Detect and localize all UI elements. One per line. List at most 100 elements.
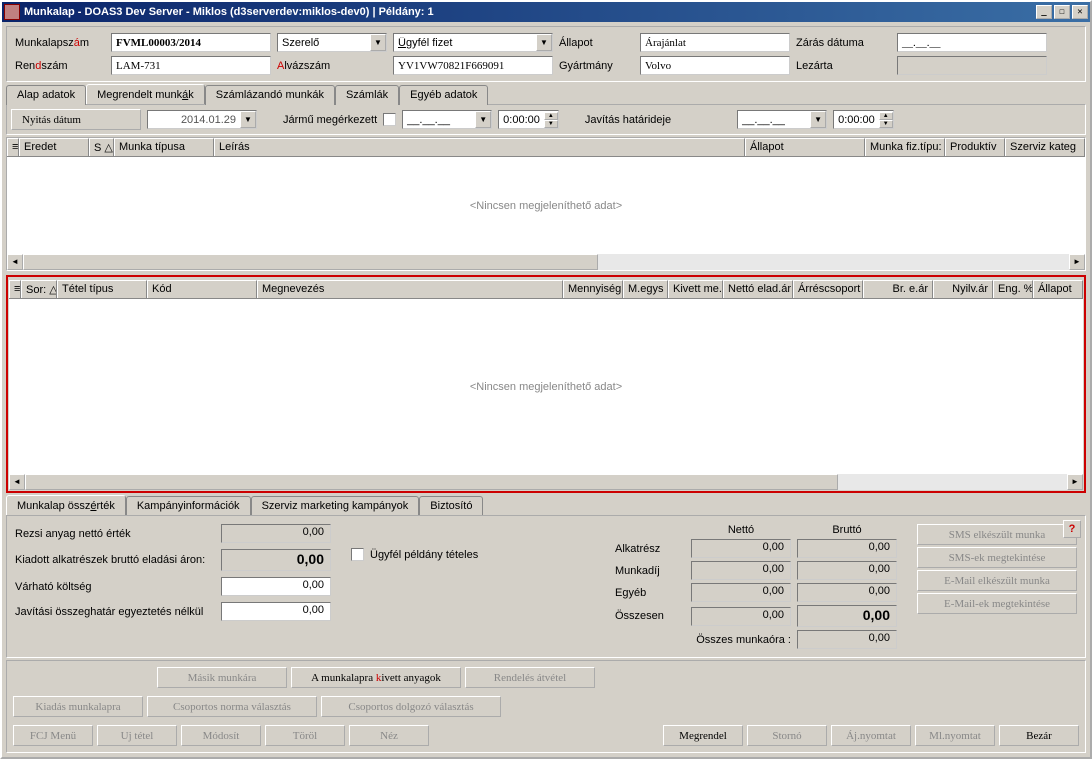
- grid1-empty: <Nincsen megjeleníthető adat>: [7, 157, 1085, 254]
- rezsi-label: Rezsi anyag nettó érték: [15, 528, 215, 540]
- csoportos-norma-button[interactable]: Csoportos norma választás: [147, 696, 317, 717]
- col-allapot[interactable]: Állapot: [745, 138, 865, 156]
- items-grid[interactable]: ≡ Sor: △ Tétel típus Kód Megnevezés Menn…: [9, 280, 1083, 490]
- col-arres[interactable]: Árréscsoport: [793, 280, 863, 298]
- titlebar: Munkalap - DOAS3 Dev Server - Miklos (d3…: [2, 2, 1090, 22]
- spin-up-icon[interactable]: ▲: [879, 112, 893, 120]
- col-munka-fiz[interactable]: Munka fiz.típu:: [865, 138, 945, 156]
- date2-combo[interactable]: __.__.__▼: [737, 110, 827, 129]
- col-tetel-tipus[interactable]: Tétel típus: [57, 280, 147, 298]
- rendeles-atvetel-button[interactable]: Rendelés átvétel: [465, 667, 595, 688]
- masik-munkara-button[interactable]: Másik munkára: [157, 667, 287, 688]
- col-kod[interactable]: Kód: [147, 280, 257, 298]
- hscroll[interactable]: ◄ ►: [7, 254, 1085, 270]
- javitasi-value[interactable]: 0,00: [221, 602, 331, 621]
- col-munka-tipusa[interactable]: Munka típusa: [114, 138, 214, 156]
- osszesen-brutto: 0,00: [797, 605, 897, 627]
- jobs-grid[interactable]: ≡ Eredet S △ Munka típusa Leírás Állapot…: [6, 137, 1086, 271]
- bottom-tabs: Munkalap összérték Kampányinformációk Sz…: [6, 495, 1086, 515]
- varhato-value[interactable]: 0,00: [221, 577, 331, 596]
- munkalapszam-input[interactable]: FVML00003/2014: [111, 33, 271, 52]
- col-allapot2[interactable]: Állapot: [1033, 280, 1083, 298]
- col-netto-elad[interactable]: Nettó elad.ár: [723, 280, 793, 298]
- col-sors[interactable]: Sor: △: [21, 280, 57, 298]
- col-produktiv[interactable]: Produktív: [945, 138, 1005, 156]
- zaras-value[interactable]: __.__.__: [897, 33, 1047, 52]
- megrendel-button[interactable]: Megrendel: [663, 725, 743, 746]
- col-eredet[interactable]: Eredet: [19, 138, 89, 156]
- spin-down-icon[interactable]: ▼: [544, 120, 558, 128]
- storno-button[interactable]: Stornó: [747, 725, 827, 746]
- col-szerviz[interactable]: Szerviz kateg: [1005, 138, 1085, 156]
- grid-menu-icon[interactable]: ≡: [9, 280, 21, 298]
- alvazszam-input[interactable]: YV1VW70821F669091: [393, 56, 553, 75]
- szerelo-combo[interactable]: Szerelő▼: [277, 33, 387, 52]
- modosit-button[interactable]: Módosít: [181, 725, 261, 746]
- col-megy[interactable]: M.egys: [623, 280, 668, 298]
- tab-szerviz-marketing[interactable]: Szerviz marketing kampányok: [251, 496, 420, 516]
- col-leiras[interactable]: Leírás: [214, 138, 745, 156]
- fcj-menu-button[interactable]: FCJ Menü: [13, 725, 93, 746]
- scroll-right-icon[interactable]: ►: [1067, 474, 1083, 490]
- hscroll2[interactable]: ◄ ►: [9, 474, 1083, 490]
- jarmu-checkbox[interactable]: [383, 113, 396, 126]
- nyitas-datum-combo[interactable]: 2014.01.29▼: [147, 110, 257, 129]
- grid-menu-icon[interactable]: ≡: [7, 138, 19, 156]
- fizet-combo[interactable]: Ügyfél fizet▼: [393, 33, 553, 52]
- tab-osszertek[interactable]: Munkalap összérték: [6, 495, 126, 515]
- scroll-left-icon[interactable]: ◄: [7, 254, 23, 270]
- munkadij-label: Munkadíj: [615, 565, 685, 577]
- email-elkeszult-button[interactable]: E-Mail elkészült munka: [917, 570, 1077, 591]
- col-megnevezes[interactable]: Megnevezés: [257, 280, 563, 298]
- spin-down-icon[interactable]: ▼: [879, 120, 893, 128]
- aj-nyomtat-button[interactable]: Áj.nyomtat: [831, 725, 911, 746]
- chevron-down-icon[interactable]: ▼: [536, 34, 552, 51]
- col-eng[interactable]: Eng. %: [993, 280, 1033, 298]
- time1-input[interactable]: 0:00:00▲▼: [498, 110, 559, 129]
- bezar-button[interactable]: Bezár: [999, 725, 1079, 746]
- close-button[interactable]: ✕: [1072, 5, 1088, 19]
- kivett-anyagok-button[interactable]: A munkalapra kivett anyagok: [291, 667, 461, 688]
- grid2-empty: <Nincsen megjeleníthető adat>: [9, 299, 1083, 474]
- tab-alap-adatok[interactable]: Alap adatok: [6, 85, 86, 105]
- col-kivett[interactable]: Kivett me.: [668, 280, 723, 298]
- params-bar: Nyitás dátum 2014.01.29▼ Jármű megérkeze…: [6, 104, 1086, 135]
- col-nyilv[interactable]: Nyilv.ár: [933, 280, 993, 298]
- kiadas-munkalapra-button[interactable]: Kiadás munkalapra: [13, 696, 143, 717]
- sms-elkeszult-button[interactable]: SMS elkészült munka: [917, 524, 1077, 545]
- nez-button[interactable]: Néz: [349, 725, 429, 746]
- ml-nyomtat-button[interactable]: Ml.nyomtat: [915, 725, 995, 746]
- tab-biztosito[interactable]: Biztosító: [419, 496, 483, 516]
- help-button[interactable]: ?: [1063, 520, 1081, 538]
- maximize-button[interactable]: ☐: [1054, 5, 1070, 19]
- time2-input[interactable]: 0:00:00▲▼: [833, 110, 894, 129]
- lezarta-label: Lezárta: [796, 60, 891, 72]
- col-mennyiseg[interactable]: Mennyiség: [563, 280, 623, 298]
- minimize-button[interactable]: _: [1036, 5, 1052, 19]
- uj-tetel-button[interactable]: Uj tétel: [97, 725, 177, 746]
- spin-up-icon[interactable]: ▲: [544, 112, 558, 120]
- tab-kampany[interactable]: Kampányinformációk: [126, 496, 251, 516]
- torol-button[interactable]: Töröl: [265, 725, 345, 746]
- email-megtekint-button[interactable]: E-Mail-ek megtekintése: [917, 593, 1077, 614]
- chevron-down-icon[interactable]: ▼: [370, 34, 386, 51]
- nyitas-datum-button[interactable]: Nyitás dátum: [11, 109, 141, 130]
- col-s[interactable]: S △: [89, 138, 114, 156]
- csoportos-dolgozo-button[interactable]: Csoportos dolgozó választás: [321, 696, 501, 717]
- tab-megrendelt-munkak[interactable]: Megrendelt munkák: [86, 84, 205, 104]
- scroll-left-icon[interactable]: ◄: [9, 474, 25, 490]
- sms-megtekint-button[interactable]: SMS-ek megtekintése: [917, 547, 1077, 568]
- date1-combo[interactable]: __.__.__▼: [402, 110, 492, 129]
- tab-szamlazando[interactable]: Számlázandó munkák: [205, 85, 335, 105]
- ugyfel-checkbox[interactable]: [351, 548, 364, 561]
- scroll-right-icon[interactable]: ►: [1069, 254, 1085, 270]
- chevron-down-icon[interactable]: ▼: [240, 111, 256, 128]
- chevron-down-icon[interactable]: ▼: [475, 111, 491, 128]
- chevron-down-icon[interactable]: ▼: [810, 111, 826, 128]
- col-bre[interactable]: Br. e.ár: [863, 280, 933, 298]
- gyartmany-label: Gyártmány: [559, 60, 634, 72]
- tab-egyeb[interactable]: Egyéb adatok: [399, 85, 488, 105]
- rendszam-input[interactable]: LAM-731: [111, 56, 271, 75]
- tab-szamlak[interactable]: Számlák: [335, 85, 399, 105]
- kiadott-label: Kiadott alkatrészek bruttó eladási áron:: [15, 554, 215, 566]
